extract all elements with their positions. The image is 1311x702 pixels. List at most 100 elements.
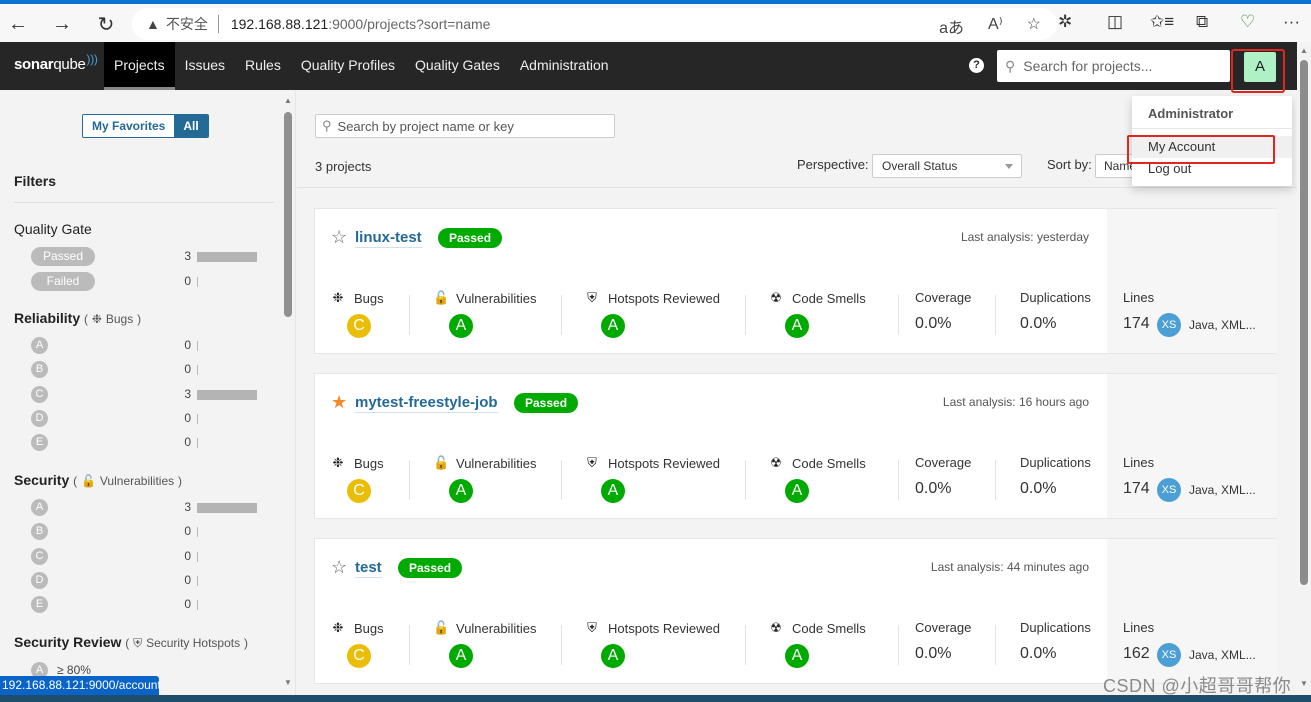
split-screen-icon[interactable]: ◫	[1107, 12, 1123, 32]
page-scrollbar[interactable]: ▲ ▼	[1297, 42, 1311, 695]
metric-coverage[interactable]: Coverage 0.0%	[915, 290, 971, 332]
lines-value[interactable]: 162	[1123, 645, 1150, 663]
metric-value: 0.0%	[1020, 315, 1057, 332]
facet-option-reliability-a[interactable]: A0	[31, 336, 261, 356]
collections-icon[interactable]: ⧉	[1196, 12, 1208, 32]
back-icon[interactable]: ←	[4, 10, 32, 38]
metric-duplications[interactable]: Duplications 0.0%	[1020, 290, 1091, 332]
lines-value[interactable]: 174	[1123, 315, 1150, 333]
facet-count: 0	[184, 362, 191, 377]
rating-badge: A	[601, 314, 625, 338]
extensions-icon[interactable]: ✲	[1058, 12, 1072, 32]
facet-option-security-a[interactable]: A3	[31, 498, 261, 518]
nav-quality-profiles[interactable]: Quality Profiles	[291, 42, 405, 90]
health-icon[interactable]: ♡	[1240, 12, 1255, 32]
metric-hotspots[interactable]: ⛨ Hotspots Reviewed A	[585, 620, 720, 668]
metric-hotspots[interactable]: ⛨ Hotspots Reviewed A	[585, 290, 720, 338]
metric-bugs[interactable]: ❉ Bugs C	[331, 620, 384, 668]
metric-label: Duplications	[1020, 290, 1091, 305]
nav-quality-gates[interactable]: Quality Gates	[405, 42, 510, 90]
scrollbar-thumb[interactable]	[1300, 60, 1308, 585]
metric-code-smells[interactable]: ☢ Code Smells A	[769, 290, 866, 338]
insecure-label[interactable]: 不安全	[166, 14, 208, 34]
metric-separator	[409, 625, 410, 665]
facet-title-quality-gate[interactable]: Quality Gate	[14, 221, 92, 237]
facet-subtitle: Vulnerabilities	[99, 474, 175, 488]
facet-option-security-d[interactable]: D0	[31, 571, 261, 591]
project-name-link[interactable]: mytest-freestyle-job	[355, 394, 498, 413]
facet-title-security[interactable]: Security ( 🔓 Vulnerabilities )	[14, 472, 182, 488]
metric-bugs[interactable]: ❉ Bugs C	[331, 290, 384, 338]
metric-coverage[interactable]: Coverage 0.0%	[915, 455, 971, 497]
more-icon[interactable]: ···	[1283, 12, 1300, 32]
sonarqube-logo[interactable]: sonarqube)))	[14, 52, 98, 73]
facet-title-text: Reliability	[14, 310, 81, 326]
help-icon[interactable]: ?	[969, 58, 984, 73]
url-separator	[217, 15, 219, 33]
rating-dot: B	[31, 523, 48, 541]
metric-hotspots[interactable]: ⛨ Hotspots Reviewed A	[585, 455, 720, 503]
facet-option-reliability-e[interactable]: E0	[31, 433, 261, 453]
quality-gate-badge: Passed	[398, 558, 463, 578]
favorite-star-filled-icon[interactable]: ★	[331, 392, 347, 413]
facet-title-reliability[interactable]: Reliability ( ❉ Bugs )	[14, 310, 141, 326]
metric-duplications[interactable]: Duplications 0.0%	[1020, 455, 1091, 497]
facet-option-security-e[interactable]: E0	[31, 595, 261, 615]
facet-option-failed[interactable]: Failed 0	[31, 272, 261, 292]
metric-bugs[interactable]: ❉ Bugs C	[331, 455, 384, 503]
size-rating-badge: XS	[1157, 313, 1181, 337]
favorite-star-icon[interactable]: ☆	[331, 227, 347, 248]
metric-label: Lines	[1123, 455, 1155, 470]
favorite-star-icon[interactable]: ☆	[331, 557, 347, 578]
metric-label: Hotspots Reviewed	[608, 455, 720, 471]
perspective-select[interactable]: Overall Status	[872, 154, 1022, 178]
global-search-placeholder: Search for projects...	[1023, 58, 1153, 74]
project-search-input[interactable]: ⚲ Search by project name or key	[315, 114, 615, 138]
facet-option-passed[interactable]: Passed 3	[31, 247, 261, 267]
facet-option-reliability-c[interactable]: C3	[31, 385, 261, 405]
my-favorites-button[interactable]: My Favorites	[83, 115, 175, 137]
facet-option-security-c[interactable]: C0	[31, 547, 261, 567]
project-name-link[interactable]: linux-test	[355, 229, 422, 248]
scroll-down-icon[interactable]: ▼	[1300, 679, 1308, 688]
global-search-input[interactable]: ⚲ Search for projects...	[997, 50, 1230, 82]
facet-option-reliability-b[interactable]: B0	[31, 360, 261, 380]
rating-dot: A	[31, 499, 48, 516]
favorite-star-icon[interactable]: ☆	[1027, 14, 1041, 38]
metric-coverage[interactable]: Coverage 0.0%	[915, 620, 971, 662]
read-aloud-icon[interactable]: A⁾	[988, 14, 1003, 38]
metric-vulnerabilities[interactable]: 🔓 Vulnerabilities A	[433, 620, 536, 668]
metric-code-smells[interactable]: ☢ Code Smells A	[769, 455, 866, 503]
lines-value[interactable]: 174	[1123, 480, 1150, 498]
metric-label: Code Smells	[792, 290, 866, 306]
all-projects-button[interactable]: All	[174, 115, 208, 137]
metric-vulnerabilities[interactable]: 🔓 Vulnerabilities A	[433, 290, 536, 338]
scroll-up-icon[interactable]: ▲	[1300, 46, 1308, 55]
metric-label: Lines	[1123, 290, 1155, 305]
nav-administration[interactable]: Administration	[510, 42, 619, 90]
scrollbar-thumb[interactable]	[284, 112, 292, 317]
sidebar-scrollbar[interactable]: ▲ ▼	[281, 90, 295, 695]
favorites-list-icon[interactable]: ✩≡	[1150, 12, 1174, 32]
address-bar[interactable]: ▲ 不安全 192.168.88.121:9000/projects?sort=…	[132, 8, 1057, 40]
facet-option-reliability-d[interactable]: D0	[31, 409, 261, 429]
metric-duplications[interactable]: Duplications 0.0%	[1020, 620, 1091, 662]
nav-rules[interactable]: Rules	[235, 42, 291, 90]
scroll-up-icon[interactable]: ▲	[284, 96, 292, 105]
reload-icon[interactable]: ↻	[92, 10, 120, 38]
metric-code-smells[interactable]: ☢ Code Smells A	[769, 620, 866, 668]
project-name-link[interactable]: test	[355, 559, 382, 578]
last-analysis: Last analysis: 16 hours ago	[942, 395, 1089, 409]
forward-icon[interactable]: →	[48, 10, 76, 38]
metric-vulnerabilities[interactable]: 🔓 Vulnerabilities A	[433, 455, 536, 503]
nav-issues[interactable]: Issues	[175, 42, 235, 90]
metric-label: Duplications	[1020, 455, 1091, 470]
facet-bar	[197, 575, 198, 586]
rating-dot: C	[31, 385, 48, 403]
scroll-down-icon[interactable]: ▼	[284, 678, 292, 687]
translate-icon[interactable]: aあ	[939, 14, 964, 38]
facet-option-security-b[interactable]: B0	[31, 522, 261, 542]
facet-count: 3	[184, 386, 191, 401]
nav-projects[interactable]: Projects	[104, 42, 175, 90]
facet-title-security-review[interactable]: Security Review ( ⛨ Security Hotspots )	[14, 634, 248, 651]
